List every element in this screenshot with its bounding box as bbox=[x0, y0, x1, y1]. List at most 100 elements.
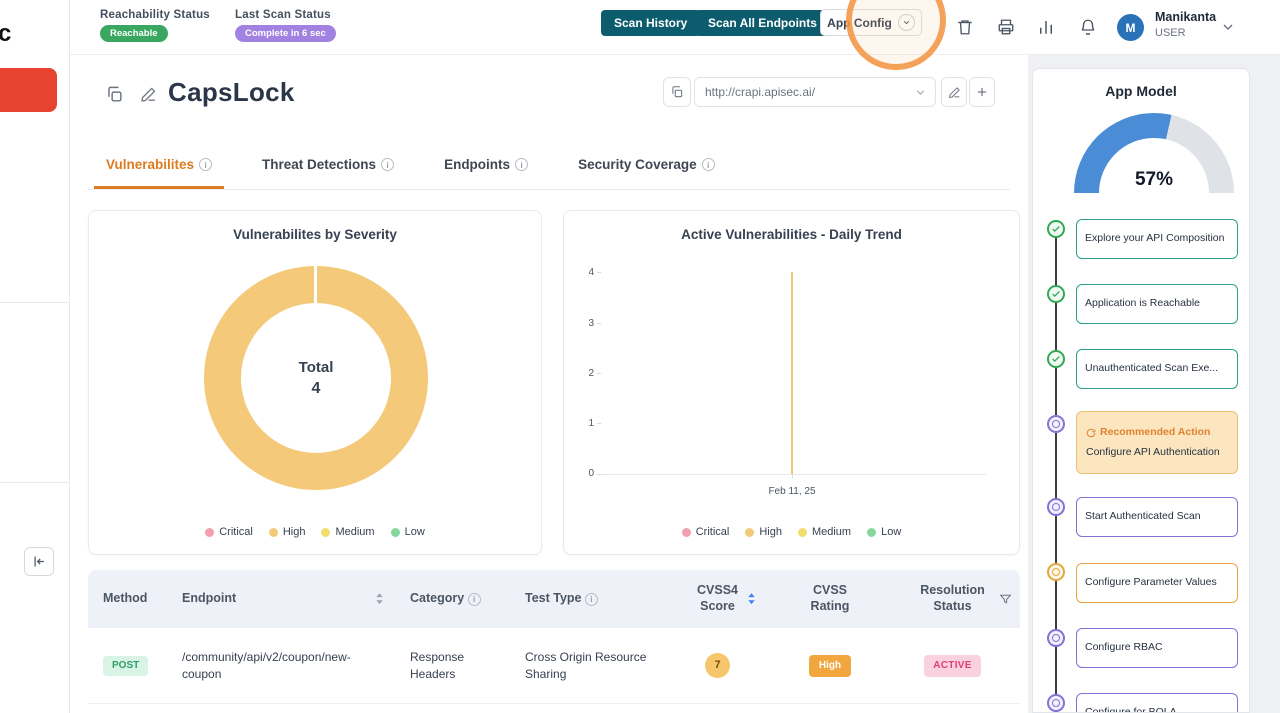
app-model-step-parameter-values[interactable]: Configure Parameter Values bbox=[1076, 563, 1238, 603]
copy-url-button[interactable] bbox=[663, 77, 691, 107]
sidebar-divider bbox=[0, 302, 70, 303]
tab-label: Endpoints bbox=[444, 157, 511, 172]
legend-item-high[interactable]: High bbox=[268, 526, 305, 538]
tab-label: Security Coverage bbox=[578, 157, 697, 172]
app-model-step-authenticated-scan[interactable]: Start Authenticated Scan bbox=[1076, 497, 1238, 537]
legend-item-low[interactable]: Low bbox=[390, 526, 425, 538]
x-tick-mark bbox=[792, 474, 793, 478]
app-model-step-bola[interactable]: Configure for BOLA bbox=[1076, 693, 1238, 712]
col-header-label: CVSS Rating bbox=[810, 583, 850, 613]
app-url-select[interactable]: http://crapi.apisec.ai/ bbox=[694, 77, 936, 107]
app-model-step-unauth-scan[interactable]: Unauthenticated Scan Exe... bbox=[1076, 349, 1238, 389]
scan-history-button[interactable]: Scan History bbox=[601, 10, 701, 36]
app-model-step-reachable[interactable]: Application is Reachable bbox=[1076, 284, 1238, 324]
step-label: Configure API Authentication bbox=[1086, 445, 1220, 458]
sidebar-collapse-button[interactable] bbox=[24, 547, 54, 576]
legend-item-medium[interactable]: Medium bbox=[797, 526, 852, 538]
check-icon bbox=[1052, 356, 1060, 362]
app-model-step-rbac[interactable]: Configure RBAC bbox=[1076, 628, 1238, 668]
copy-app-button[interactable] bbox=[105, 85, 124, 104]
tab-endpoints[interactable]: Endpoints i bbox=[432, 145, 540, 189]
notifications-button[interactable] bbox=[1079, 17, 1099, 37]
step-done-icon bbox=[1047, 285, 1065, 303]
legend-item-medium[interactable]: Medium bbox=[321, 526, 375, 538]
add-url-button[interactable] bbox=[969, 77, 995, 107]
y-tick-mark bbox=[597, 323, 601, 324]
step-pending-icon bbox=[1047, 415, 1065, 433]
legend-label: Low bbox=[404, 526, 425, 538]
tab-threat-detections[interactable]: Threat Detections i bbox=[250, 145, 406, 189]
sort-endpoint-button[interactable] bbox=[374, 592, 385, 606]
tab-label: Threat Detections bbox=[262, 157, 377, 172]
legend-item-low[interactable]: Low bbox=[867, 526, 901, 538]
vulnerabilities-table: Method Endpoint Category i Test Type i C… bbox=[88, 570, 1020, 713]
endpoint-cell: /community/api/v2/coupon/new-coupon bbox=[182, 649, 351, 681]
legend-label: Critical bbox=[695, 526, 730, 538]
legend-dot bbox=[321, 527, 331, 537]
col-header-label: Resolution Status bbox=[920, 583, 985, 613]
col-header-label: CVSS4 Score bbox=[697, 583, 738, 613]
last-scan-status-label: Last Scan Status bbox=[235, 9, 331, 21]
table-header-row: Method Endpoint Category i Test Type i C… bbox=[88, 570, 1020, 628]
left-sidebar: c bbox=[0, 0, 70, 713]
gauge-percent: 57% bbox=[1134, 169, 1174, 190]
user-avatar[interactable]: M bbox=[1117, 14, 1144, 41]
chart-title: Active Vulnerabilities - Daily Trend bbox=[681, 227, 902, 242]
sort-cvss4-button[interactable] bbox=[746, 592, 757, 606]
print-button[interactable] bbox=[997, 17, 1017, 37]
main-tabs: Vulnerabilites i Threat Detections i End… bbox=[88, 145, 1010, 190]
reports-button[interactable] bbox=[1037, 17, 1057, 37]
step-label: Configure RBAC bbox=[1085, 641, 1163, 654]
step-label: Start Authenticated Scan bbox=[1085, 510, 1201, 523]
app-model-panel: App Model 57% Explore your API Compositi… bbox=[1032, 68, 1250, 713]
trend-line bbox=[791, 272, 793, 474]
cvss-rating-badge: High bbox=[808, 654, 852, 677]
col-header-category: Category i bbox=[395, 570, 510, 628]
col-header-endpoint: Endpoint bbox=[167, 570, 395, 628]
user-menu-chevron[interactable] bbox=[1220, 19, 1236, 35]
table-row[interactable]: POST /community/api/v2/coupon/new-coupon… bbox=[88, 628, 1020, 703]
legend-dot bbox=[390, 527, 400, 537]
category-cell: Response Headers bbox=[410, 649, 465, 681]
app-model-step-configure-auth[interactable]: Recommended Action Configure API Authent… bbox=[1076, 411, 1238, 474]
app-config-label: App Config bbox=[827, 15, 892, 30]
edit-url-button[interactable] bbox=[941, 77, 967, 107]
app-model-step-explore[interactable]: Explore your API Composition bbox=[1076, 219, 1238, 259]
check-icon bbox=[1052, 226, 1060, 232]
app-config-button[interactable]: App Config bbox=[820, 9, 922, 36]
tab-vulnerabilities[interactable]: Vulnerabilites i bbox=[94, 145, 225, 189]
legend-item-critical[interactable]: Critical bbox=[205, 526, 253, 538]
tab-security-coverage[interactable]: Security Coverage i bbox=[566, 145, 727, 189]
collapse-left-icon bbox=[34, 556, 44, 567]
legend-dot bbox=[681, 527, 691, 537]
main-content: CapsLock http://crapi.apisec.ai/ Vulnera… bbox=[70, 55, 1028, 713]
donut-total-label: Total bbox=[298, 358, 334, 376]
legend-label: High bbox=[759, 526, 782, 538]
col-header-label: Endpoint bbox=[182, 591, 237, 606]
top-header: Reachability Status Reachable Last Scan … bbox=[70, 0, 1280, 70]
info-icon: i bbox=[199, 158, 213, 171]
legend-dot bbox=[797, 527, 807, 537]
legend-item-high[interactable]: High bbox=[745, 526, 782, 538]
step-label: Explore your API Composition bbox=[1085, 232, 1225, 245]
x-axis-line bbox=[601, 474, 986, 475]
scan-all-endpoints-button[interactable]: Scan All Endpoints bbox=[695, 10, 830, 36]
step-pending-icon bbox=[1047, 498, 1065, 516]
user-role: USER bbox=[1155, 27, 1186, 39]
user-name: Manikanta bbox=[1155, 10, 1217, 24]
legend-label: Medium bbox=[811, 526, 852, 538]
legend-dot bbox=[205, 527, 215, 537]
edit-app-name-button[interactable] bbox=[140, 86, 157, 103]
legend-dot bbox=[745, 527, 755, 537]
filter-status-button[interactable] bbox=[999, 593, 1012, 606]
legend-item-critical[interactable]: Critical bbox=[681, 526, 730, 538]
step-done-icon bbox=[1047, 350, 1065, 368]
sidebar-active-item[interactable] bbox=[0, 68, 57, 112]
app-url-value: http://crapi.apisec.ai/ bbox=[705, 85, 816, 99]
step-pending-icon bbox=[1047, 629, 1065, 647]
delete-button[interactable] bbox=[956, 17, 976, 37]
y-tick-mark bbox=[597, 373, 601, 374]
copy-icon bbox=[672, 86, 683, 98]
chart-title: Vulnerabilites by Severity bbox=[233, 227, 397, 242]
x-tick-label: Feb 11, 25 bbox=[768, 486, 816, 497]
